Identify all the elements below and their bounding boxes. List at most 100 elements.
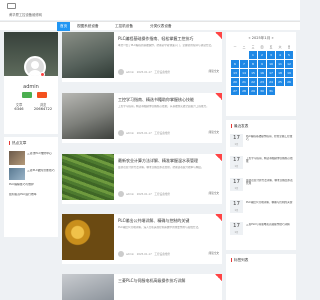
calendar-day[interactable]: 13 — [231, 69, 239, 77]
calendar-day[interactable]: 24 — [267, 78, 275, 86]
date-badge: 17 1月 — [230, 178, 243, 191]
calendar-day[interactable]: 11 — [276, 60, 284, 68]
profile-card: admin 文章 浏览 6346 20664722 — [4, 32, 58, 134]
recent-item[interactable]: 17 1月 三菱PLC与伺服电机高级操作技巧详解 — [226, 221, 296, 241]
hot-item[interactable]: PLC编程技巧与维护 — [9, 183, 56, 187]
read-more-link[interactable]: 阅读全文 — [209, 191, 219, 195]
post-excerpt: 最新农业计算方法详解，精准掌握温水表管理，帮助读者提升效率与精度。 — [118, 166, 204, 169]
calendar-day[interactable]: 15 — [249, 69, 257, 77]
date-badge: 17 1月 — [230, 156, 243, 169]
profile-name[interactable]: admin — [4, 84, 58, 90]
recent-item-title[interactable]: 三菱PLC与伺服电机高级操作技巧详解 — [246, 223, 294, 236]
calendar-day[interactable]: 27 — [231, 87, 239, 95]
post-title[interactable]: PLC编程基础操作指南、轻松掌握工控技巧 — [118, 36, 218, 42]
calendar-widget: « 2025年1月 » 一 二 三 四 五 六 日 1 2 3 4 5 6 7 8 9 10 11 1… — [226, 32, 296, 116]
post-card[interactable]: 最新农业计算方法详解、精准掌握温水表管理 最新农业计算方法详解，精准掌握温水表管… — [62, 154, 222, 204]
calendar-day[interactable]: 8 — [249, 60, 257, 68]
post-thumbnail[interactable] — [62, 32, 114, 78]
calendar-day[interactable]: 4 — [276, 51, 284, 59]
post-thumbnail[interactable] — [62, 274, 114, 300]
date-badge: 17 1月 — [230, 222, 243, 235]
calendar-day[interactable]: 26 — [285, 78, 293, 86]
hot-item[interactable]: 三菱PLC故障诊断技巧 — [27, 169, 56, 179]
hot-item[interactable]: 如何提高PLC运行效率 — [9, 193, 56, 197]
post-title[interactable]: 三菱PLC与伺服电机高级操作技巧详解 — [118, 278, 218, 284]
post-title[interactable]: 最新农业计算方法详解、精准掌握温水表管理 — [118, 158, 218, 164]
author-avatar — [118, 191, 124, 197]
post-thumbnail[interactable] — [62, 214, 114, 260]
nav-instruments[interactable]: 分类仪表设备 — [150, 22, 172, 31]
calendar-day[interactable]: 20 — [231, 78, 239, 86]
recent-posts-title: 最近发表 — [231, 124, 248, 129]
post-thumbnail[interactable] — [62, 93, 114, 139]
calendar-day[interactable]: 1 — [249, 51, 257, 59]
author-avatar — [118, 69, 124, 75]
post-card[interactable]: 工控学习指南、精选书籍助你掌握核心技能 工控学习指南，精选书籍助你掌握核心技能，… — [62, 93, 222, 143]
calendar-day[interactable]: 30 — [258, 87, 266, 95]
recent-item[interactable]: 17 1月 最新农业计算方法详解、精准掌握温水表管理 — [226, 177, 296, 197]
calendar-day[interactable]: 19 — [285, 69, 293, 77]
post-excerpt: PLC输出公共端详解，深入分析其在控制系统中的重要作用与接线方法。 — [118, 226, 201, 229]
weekday-label: 六 — [278, 45, 282, 49]
follow-button[interactable] — [22, 92, 32, 98]
post-excerpt: 工控学习指南，精选书籍助你掌握核心技能，从基础到实践全面提升工程能力。 — [118, 105, 209, 108]
hot-item[interactable]: 三菱张PLC维修中心 — [27, 152, 56, 166]
weekday-label: 一 — [233, 45, 237, 49]
main-nav: 首页 视图系统设备 工控机设备 分类仪表设备 — [0, 21, 300, 31]
calendar-day[interactable]: 5 — [285, 51, 293, 59]
calendar-day[interactable]: 18 — [276, 69, 284, 77]
next-month-icon[interactable]: » — [271, 36, 273, 40]
hot-thumb[interactable] — [9, 151, 25, 165]
hot-thumb[interactable] — [9, 168, 25, 180]
calendar-day[interactable]: 21 — [240, 78, 248, 86]
calendar-day[interactable]: 12 — [285, 60, 293, 68]
recent-item[interactable]: 17 1月 PLC输出公共端详解、精确与控制的关键 — [226, 199, 296, 219]
nav-vision[interactable]: 视图系统设备 — [77, 22, 99, 31]
read-more-link[interactable]: 阅读全文 — [209, 69, 219, 73]
sticky-ribbon — [215, 214, 222, 221]
post-card[interactable]: PLC输出公共端详解、精确与控制的关键 PLC输出公共端详解，深入分析其在控制系… — [62, 214, 222, 264]
post-title[interactable]: PLC输出公共端详解、精确与控制的关键 — [118, 218, 218, 224]
calendar-day[interactable]: 22 — [249, 78, 257, 86]
calendar-day[interactable]: 25 — [276, 78, 284, 86]
site-name[interactable]: 黄华厦工控设备维修网 — [9, 12, 42, 17]
read-more-link[interactable]: 阅读全文 — [209, 251, 219, 255]
calendar-day[interactable]: 16 — [258, 69, 266, 77]
calendar-day[interactable]: 6 — [231, 60, 239, 68]
calendar-day[interactable]: 14 — [240, 69, 248, 77]
calendar-day[interactable]: 17 — [267, 69, 275, 77]
notification-dot — [40, 72, 45, 77]
post-card[interactable]: PLC编程基础操作指南、轻松掌握工控技巧 本文介绍了PLC编程的基础操作，帮助初… — [62, 32, 222, 82]
recent-item[interactable]: 17 1月 工控学习指南、精选书籍助你掌握核心技能 — [226, 155, 296, 175]
post-card[interactable]: 三菱PLC与伺服电机高级操作技巧详解 — [62, 274, 222, 300]
site-logo[interactable] — [7, 3, 16, 9]
nav-ipc[interactable]: 工控机设备 — [115, 22, 133, 31]
weekday-label: 日 — [287, 45, 291, 49]
recent-item-title[interactable]: 最新农业计算方法详解、精准掌握温水表管理 — [246, 179, 294, 192]
recent-item[interactable]: 17 1月 PLC编程基础操作指南、轻松掌握工控技巧 — [226, 133, 296, 153]
nav-home[interactable]: 首页 — [57, 22, 71, 31]
prev-month-icon[interactable]: « — [248, 36, 250, 40]
hot-articles-title: 热点文章 — [9, 141, 26, 146]
sticky-ribbon — [215, 93, 222, 100]
recent-item-title[interactable]: 工控学习指南、精选书籍助你掌握核心技能 — [246, 157, 294, 170]
calendar-day[interactable]: 3 — [267, 51, 275, 59]
calendar-day[interactable]: 28 — [240, 87, 248, 95]
recent-item-title[interactable]: PLC输出公共端详解、精确与控制的关键 — [246, 201, 294, 214]
calendar-day[interactable]: 7 — [240, 60, 248, 68]
calendar-day[interactable]: 23 — [258, 78, 266, 86]
recent-item-title[interactable]: PLC编程基础操作指南、轻松掌握工控技巧 — [246, 135, 294, 148]
calendar-title: « 2025年1月 » — [248, 36, 274, 40]
post-title[interactable]: 工控学习指南、精选书籍助你掌握核心技能 — [118, 97, 218, 103]
message-button[interactable] — [37, 92, 47, 98]
calendar-day[interactable]: 29 — [249, 87, 257, 95]
calendar-day[interactable]: 10 — [267, 60, 275, 68]
post-meta: admin 2025-01-17 工控设备维修 — [118, 69, 218, 75]
calendar-day[interactable]: 9 — [258, 60, 266, 68]
post-meta: admin 2025-01-17 工控设备维修 — [118, 191, 218, 197]
calendar-day[interactable]: 31 — [267, 87, 275, 95]
read-more-link[interactable]: 阅读全文 — [209, 130, 219, 134]
post-thumbnail[interactable] — [62, 154, 114, 200]
calendar-day[interactable]: 2 — [258, 51, 266, 59]
post-excerpt: 本文介绍了PLC编程的基础操作，帮助初学者快速入门，掌握常用指令与调试方法。 — [118, 44, 214, 47]
